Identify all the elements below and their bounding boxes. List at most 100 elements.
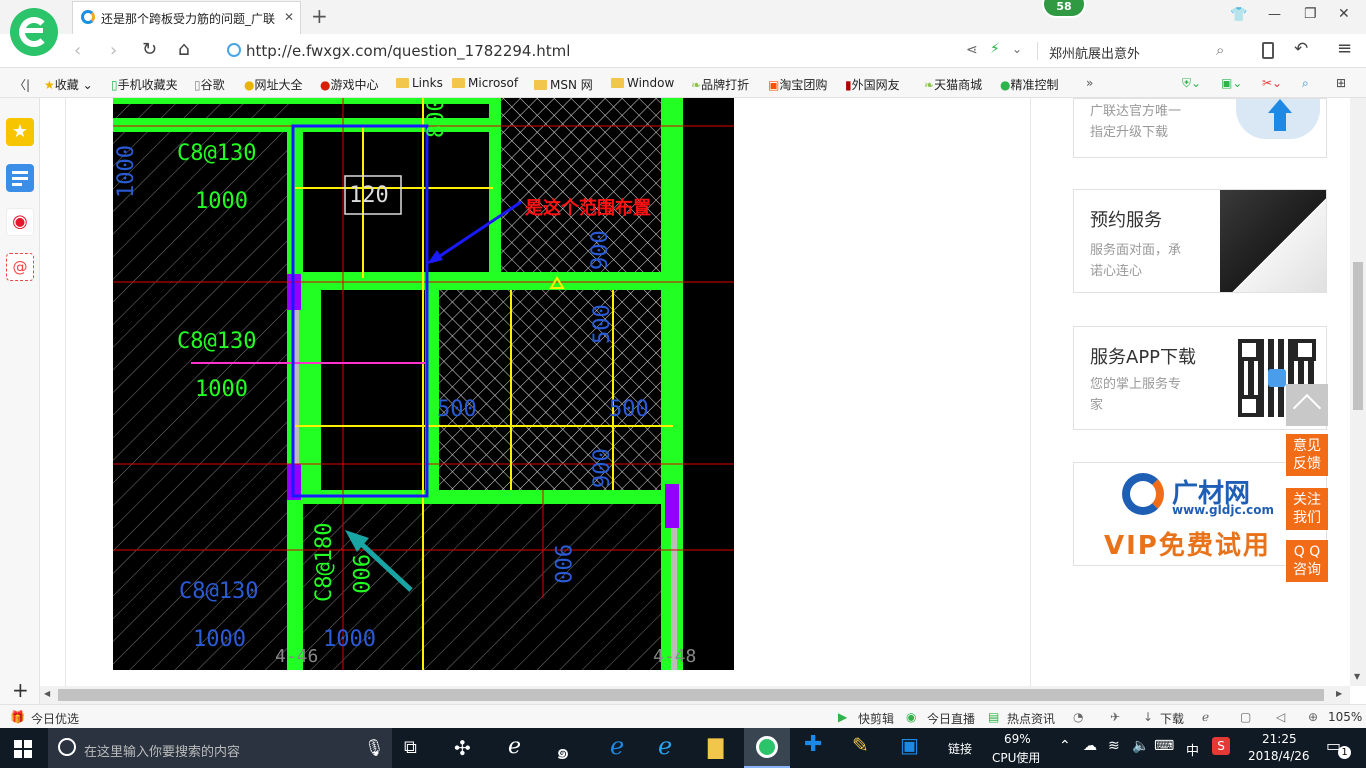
file-explorer-icon[interactable]: ▇ (708, 735, 723, 759)
notification-badge[interactable]: 58 (1042, 0, 1086, 18)
shield-icon[interactable]: ⛨⌄ (1182, 76, 1201, 91)
feedback-button[interactable]: 意见反馈 (1286, 434, 1328, 476)
speaker-icon[interactable]: 🔈 (1132, 738, 1149, 754)
tab-close-icon[interactable]: ✕ (284, 10, 294, 24)
plus-app-icon[interactable]: ✚ (804, 732, 822, 757)
share-icon[interactable]: ⋖ (966, 42, 978, 58)
bookmark-windows[interactable]: Window (611, 76, 674, 90)
wechat-tray-icon[interactable]: ☁ (1083, 738, 1097, 754)
search-icon[interactable]: ⌕ (1216, 41, 1224, 59)
back-to-top-button[interactable] (1286, 384, 1328, 426)
links-label[interactable]: 链接 (948, 740, 972, 757)
fan-app-icon[interactable]: ✣ (454, 736, 471, 760)
keyboard-icon[interactable]: ⌨ (1154, 738, 1174, 754)
clock-time[interactable]: 21:25 (1262, 732, 1297, 746)
scroll-down-arrow-icon[interactable]: ▼ (1354, 672, 1360, 681)
horizontal-scroll-thumb[interactable] (58, 689, 1324, 701)
taskbar-search-box[interactable]: 在这里输入你要搜索的内容 🎙 (48, 728, 392, 768)
weibo-icon[interactable]: ◉ (6, 208, 34, 236)
edge-icon[interactable]: ℯ (610, 732, 624, 760)
edge-legacy-icon[interactable]: ℯ (508, 734, 521, 759)
news-link[interactable]: 热点资讯 (1007, 710, 1055, 727)
ie-icon[interactable]: ℯ (658, 732, 672, 760)
bookmark-brand-discount[interactable]: ❧品牌打折 (691, 76, 749, 93)
bookmark-more[interactable]: » (1086, 76, 1093, 90)
close-button[interactable]: ✕ (1338, 6, 1350, 22)
bookmark-control[interactable]: ●精准控制 (1000, 76, 1059, 93)
sogou-icon[interactable]: S (1212, 737, 1230, 755)
url-input[interactable] (246, 40, 946, 62)
bookmark-directory[interactable]: ●网址大全 (244, 76, 303, 93)
search-box-text[interactable]: 郑州航展出意外 (1049, 43, 1140, 62)
qq-button[interactable]: Q Q咨询 (1286, 540, 1328, 582)
bookmark-foreign[interactable]: ▮外国网友 (845, 76, 900, 93)
active-browser-task[interactable] (744, 728, 790, 768)
follow-button[interactable]: 关注我们 (1286, 488, 1328, 530)
bookmark-games[interactable]: ●游戏中心 (320, 76, 379, 93)
scroll-left-arrow-icon[interactable]: ◀ (44, 689, 50, 698)
bookmark-mobile[interactable]: ▯手机收藏夹 (111, 76, 178, 93)
vertical-scroll-thumb[interactable] (1353, 262, 1363, 410)
skin-icon[interactable]: 👕 (1230, 7, 1247, 23)
search-small-icon[interactable]: ⌕ (1302, 76, 1309, 91)
upgrade-card[interactable]: 广联达官方唯一 指定升级下载 (1073, 98, 1327, 158)
bookmark-favorites[interactable]: ★收藏 ⌄ (44, 76, 93, 93)
home-icon[interactable]: ⌂ (178, 38, 190, 60)
sidebar-add-button[interactable]: + (12, 678, 29, 702)
url-dropdown-icon[interactable]: ⌄ (1012, 42, 1022, 56)
windows-start-icon[interactable] (14, 740, 32, 758)
bookmark-collapse-icon[interactable]: 〈| (14, 76, 30, 93)
screenshot-app-icon[interactable]: ▣ (900, 733, 919, 757)
clock-date[interactable]: 2018/4/26 (1248, 749, 1310, 763)
browser-tab[interactable]: 还是那个跨板受力筋的问题_广联 ✕ (72, 1, 301, 34)
reading-list-icon[interactable] (6, 164, 34, 192)
undo-icon[interactable]: ↶ (1294, 39, 1308, 59)
microphone-icon[interactable]: 🎙 (364, 738, 384, 757)
today-picks-link[interactable]: 今日优选 (31, 710, 79, 727)
site-info-icon[interactable] (227, 43, 241, 57)
bookmark-microsoft[interactable]: Microsof (452, 76, 518, 90)
favorites-sidebar-icon[interactable]: ★ (6, 118, 34, 146)
bookmark-google[interactable]: ▯谷歌 (194, 76, 225, 93)
quick-edit-link[interactable]: 快剪辑 (858, 710, 894, 727)
zoom-level[interactable]: 105% (1328, 710, 1362, 724)
ie-mode-icon[interactable]: ℯ (1202, 710, 1209, 724)
back-icon[interactable]: ‹ (74, 40, 81, 61)
tray-up-arrow-icon[interactable]: ⌃ (1059, 738, 1071, 754)
minimize-button[interactable]: — (1268, 7, 1281, 22)
translate-icon[interactable]: ▣⌄ (1221, 76, 1242, 90)
email-icon[interactable]: @ (6, 253, 34, 281)
forward-icon[interactable]: › (110, 40, 117, 61)
new-tab-button[interactable]: + (311, 4, 328, 28)
download-link[interactable]: 下载 (1160, 710, 1184, 727)
ime-indicator[interactable]: 中 (1186, 740, 1199, 759)
menu-icon[interactable]: ≡ (1337, 38, 1352, 59)
horizontal-scrollbar[interactable]: ◀ ▶ (40, 686, 1350, 704)
restore-button[interactable]: ❐ (1304, 6, 1317, 22)
wifi-icon[interactable]: ≋ (1108, 738, 1120, 754)
bookmark-taobao[interactable]: ▣淘宝团购 (768, 76, 827, 93)
notes-app-icon[interactable]: ✎ (852, 733, 869, 757)
zoom-icon[interactable]: ⊕ (1308, 710, 1318, 724)
volume-icon[interactable]: ◁ (1276, 710, 1285, 724)
bookmark-tmall[interactable]: ❧天猫商城 (924, 76, 982, 93)
cad-label: 120 (349, 183, 389, 208)
browser-logo-icon[interactable] (10, 8, 58, 56)
vertical-scrollbar[interactable]: ▼ (1350, 98, 1366, 686)
tools-icon[interactable]: ✈ (1110, 710, 1120, 724)
bookmark-links[interactable]: Links (396, 76, 443, 90)
scroll-right-arrow-icon[interactable]: ▶ (1336, 689, 1342, 698)
mobile-icon[interactable] (1262, 42, 1274, 59)
apps-icon[interactable]: ⊞ (1336, 76, 1346, 90)
bookmark-msn[interactable]: MSN 网 (534, 76, 593, 93)
refresh-icon[interactable]: ↻ (142, 39, 157, 60)
lightning-icon[interactable]: ⚡ (990, 41, 1000, 57)
scissors-icon[interactable]: ✂⌄ (1262, 76, 1282, 90)
task-view-icon[interactable]: ⧉ (404, 737, 417, 758)
window-icon[interactable]: ▢ (1240, 710, 1251, 724)
live-link[interactable]: 今日直播 (927, 710, 975, 727)
leaf-icon: ❧ (691, 78, 702, 92)
speed-icon[interactable]: ◔ (1073, 710, 1083, 724)
service-card[interactable]: 预约服务 服务面对面，承 诺心连心 (1073, 189, 1327, 293)
spiral-app-icon[interactable]: ๑ (556, 734, 570, 769)
